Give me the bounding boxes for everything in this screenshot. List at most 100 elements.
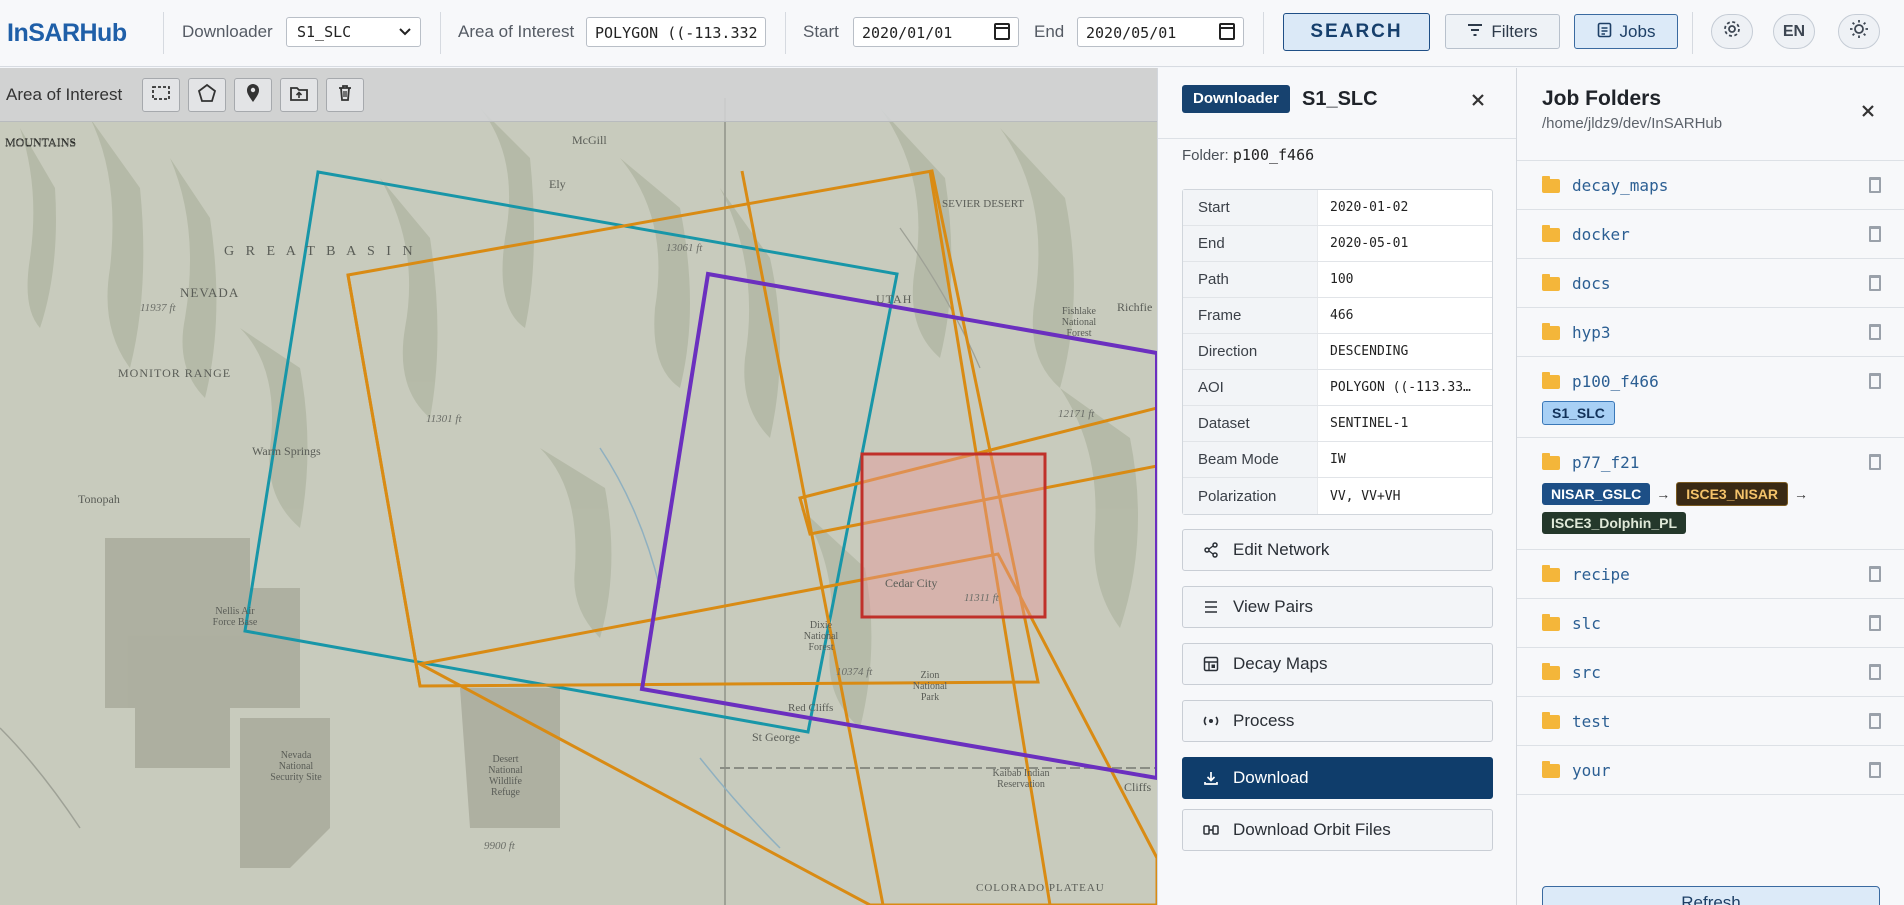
download-button[interactable]: Download xyxy=(1182,757,1493,799)
job-tag-s1-slc[interactable]: S1_SLC xyxy=(1542,401,1615,425)
folder-value: p100_f466 xyxy=(1232,146,1315,164)
map-label-fishlake: Fishlake National Forest xyxy=(1061,306,1097,339)
upload-aoi-button[interactable] xyxy=(280,78,318,112)
filters-button-label: Filters xyxy=(1491,21,1538,41)
list-icon xyxy=(1203,601,1219,613)
divider xyxy=(440,12,441,54)
divider xyxy=(1263,12,1264,54)
edit-network-label: Edit Network xyxy=(1233,540,1330,559)
job-folder-item[interactable]: your xyxy=(1517,746,1904,795)
arrow-icon: → xyxy=(1794,486,1809,502)
folder-name[interactable]: p100_f466 xyxy=(1572,372,1659,391)
trash-icon[interactable] xyxy=(1869,177,1881,193)
folder-name[interactable]: slc xyxy=(1572,614,1601,633)
filters-button[interactable]: Filters xyxy=(1445,14,1560,49)
folder-name[interactable]: test xyxy=(1572,712,1611,731)
end-label: End xyxy=(1034,22,1065,41)
share-icon xyxy=(1203,542,1219,558)
folder-name[interactable]: hyp3 xyxy=(1572,323,1611,342)
folder-name[interactable]: src xyxy=(1572,663,1601,682)
job-folder-item[interactable]: p77_f21 NISAR_GSLC → ISCE3_NISAR → ISCE3… xyxy=(1517,438,1904,550)
folder-name[interactable]: docker xyxy=(1572,225,1630,244)
trash-icon[interactable] xyxy=(1869,226,1881,242)
download-orbit-files-label: Download Orbit Files xyxy=(1233,820,1391,839)
aoi-rectangle[interactable] xyxy=(860,452,1047,619)
trash-icon[interactable] xyxy=(1869,454,1881,470)
close-downloader-button[interactable] xyxy=(1470,88,1486,114)
job-folder-item[interactable]: docker xyxy=(1517,210,1904,259)
folder-name[interactable]: p77_f21 xyxy=(1572,453,1639,472)
downloader-select[interactable]: S1_SLC xyxy=(286,17,421,47)
end-date-input[interactable]: 2020/05/01 xyxy=(1077,17,1244,47)
trash-icon[interactable] xyxy=(1869,373,1881,389)
detail-value: SENTINEL-1 xyxy=(1330,416,1409,431)
map-label-elevation: 11311 ft xyxy=(964,592,999,604)
polygon-icon xyxy=(197,83,217,108)
job-tag-isce3-nisar[interactable]: ISCE3_NISAR xyxy=(1676,482,1789,506)
close-jobs-button[interactable] xyxy=(1860,99,1876,125)
divider xyxy=(1692,12,1693,54)
theme-toggle-button[interactable] xyxy=(1838,14,1880,49)
folder-icon xyxy=(1542,224,1560,242)
trash-icon[interactable] xyxy=(1869,275,1881,291)
trash-icon[interactable] xyxy=(1869,713,1881,729)
close-icon xyxy=(1470,88,1486,113)
view-pairs-button[interactable]: View Pairs xyxy=(1182,586,1493,628)
folder-name[interactable]: decay_maps xyxy=(1572,176,1668,195)
aoi-input[interactable]: POLYGON ((-113.332 xyxy=(586,17,766,47)
aoi-toolbar-title: Area of Interest xyxy=(6,85,123,104)
edit-network-button[interactable]: Edit Network xyxy=(1182,529,1493,571)
map-pin-icon xyxy=(245,83,261,108)
job-folder-item[interactable]: recipe xyxy=(1517,550,1904,599)
job-folder-item[interactable]: src xyxy=(1517,648,1904,697)
draw-polygon-button[interactable] xyxy=(188,78,226,112)
detail-key: End xyxy=(1183,226,1318,261)
map-view[interactable]: MOUNTAINS MOUNTAINS McGill Ely G R E A T… xyxy=(0,68,1157,905)
decay-maps-button[interactable]: Decay Maps xyxy=(1182,643,1493,685)
aoi-toolbar: Area of Interest xyxy=(0,68,1157,122)
jobs-button[interactable]: Jobs xyxy=(1574,14,1678,49)
map-label-richfield: Richfie xyxy=(1117,300,1153,314)
job-folder-item[interactable]: test xyxy=(1517,697,1904,746)
detail-key: Polarization xyxy=(1183,478,1318,514)
job-folders-title: Job Folders xyxy=(1542,87,1662,110)
folder-name[interactable]: recipe xyxy=(1572,565,1630,584)
trash-icon[interactable] xyxy=(1869,762,1881,778)
detail-key: Start xyxy=(1183,190,1318,225)
downloader-badge: Downloader xyxy=(1182,85,1290,113)
trash-icon[interactable] xyxy=(1869,615,1881,631)
search-button[interactable]: SEARCH xyxy=(1283,13,1430,51)
refresh-button[interactable]: Refresh xyxy=(1542,886,1880,905)
download-orbit-files-button[interactable]: Download Orbit Files xyxy=(1182,809,1493,851)
job-folder-item[interactable]: hyp3 xyxy=(1517,308,1904,357)
process-button[interactable]: Process xyxy=(1182,700,1493,742)
job-tag-nisar-gslc[interactable]: NISAR_GSLC xyxy=(1542,483,1651,505)
place-point-button[interactable] xyxy=(234,78,272,112)
job-folder-item[interactable]: decay_maps xyxy=(1517,161,1904,210)
trash-icon[interactable] xyxy=(1869,566,1881,582)
calendar-icon[interactable] xyxy=(1219,23,1235,40)
map-label-utah: UTAH xyxy=(876,292,913,306)
job-folder-item-selected[interactable]: p100_f466 S1_SLC xyxy=(1517,357,1904,438)
folder-icon xyxy=(1542,662,1560,680)
folder-name[interactable]: your xyxy=(1572,761,1611,780)
clear-aoi-button[interactable] xyxy=(326,78,364,112)
trash-icon[interactable] xyxy=(1869,664,1881,680)
chevron-down-icon xyxy=(398,24,412,42)
folder-name[interactable]: docs xyxy=(1572,274,1611,293)
job-folder-item[interactable]: docs xyxy=(1517,259,1904,308)
start-date-input[interactable]: 2020/01/01 xyxy=(853,17,1019,47)
divider xyxy=(163,12,164,54)
view-pairs-label: View Pairs xyxy=(1233,597,1313,616)
app-brand[interactable]: InSARHub xyxy=(7,19,127,48)
job-folder-item[interactable]: slc xyxy=(1517,599,1904,648)
map-label-mountains: MOUNTAINS xyxy=(5,136,77,150)
draw-rectangle-button[interactable] xyxy=(142,78,180,112)
map-label-nevada-security-site: Nevada National Security Site xyxy=(270,750,322,783)
job-tag-isce3-dolphin-pl[interactable]: ISCE3_Dolphin_PL xyxy=(1542,512,1687,534)
map-canvas[interactable]: MOUNTAINS xyxy=(0,68,1157,905)
calendar-icon[interactable] xyxy=(994,23,1010,40)
settings-button[interactable] xyxy=(1711,14,1753,49)
language-button[interactable]: EN xyxy=(1773,14,1815,49)
trash-icon[interactable] xyxy=(1869,324,1881,340)
